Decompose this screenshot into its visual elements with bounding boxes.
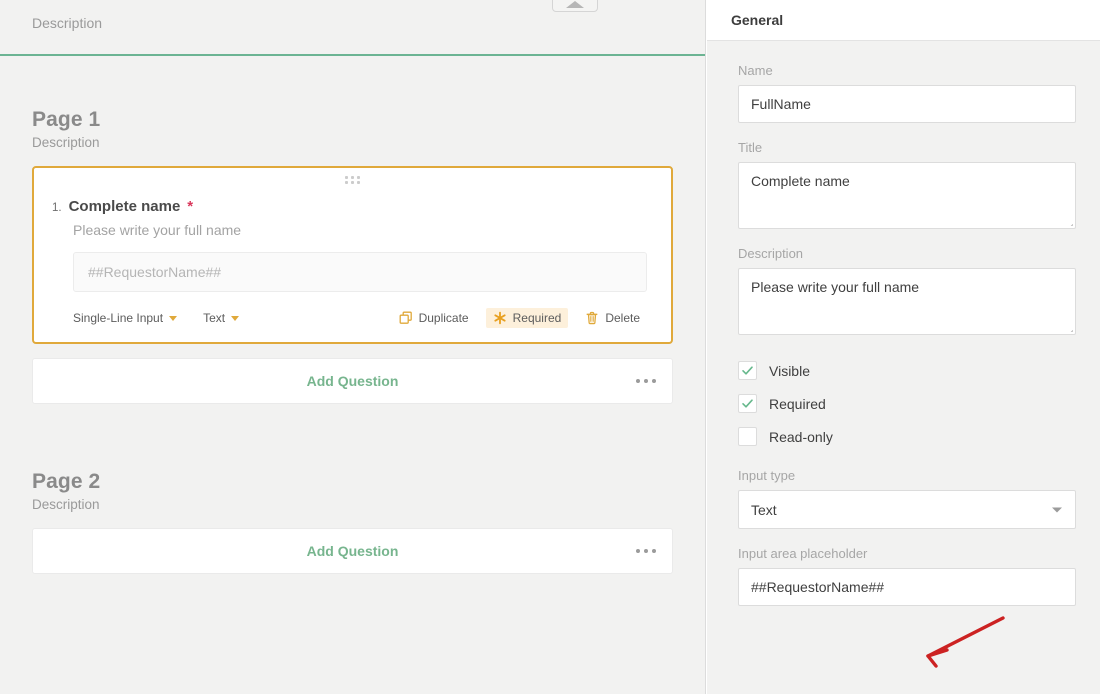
input-type-label: Text <box>203 311 226 325</box>
pages-container: Page 1 Description 1. Complete name * Pl… <box>0 108 705 574</box>
page-block-2: Page 2 Description Add Question <box>32 470 673 574</box>
form-header: Description <box>0 0 705 56</box>
field-input-area-placeholder: Input area placeholder ##RequestorName## <box>738 546 1076 606</box>
chevron-up-icon <box>566 1 584 8</box>
properties-body: Name FullName Title Complete name Descri… <box>707 41 1100 606</box>
question-card[interactable]: 1. Complete name * Please write your ful… <box>32 166 673 344</box>
name-input[interactable]: FullName <box>738 85 1076 123</box>
checkbox-required-label: Required <box>769 395 826 412</box>
input-area-placeholder-input[interactable]: ##RequestorName## <box>738 568 1076 606</box>
title-textarea-value: Complete name <box>751 173 850 189</box>
check-icon <box>742 366 753 375</box>
resize-grip-icon[interactable] <box>1064 323 1073 332</box>
description-textarea[interactable]: Please write your full name <box>738 268 1076 335</box>
page-block-1: Page 1 Description 1. Complete name * Pl… <box>32 108 673 404</box>
name-label: Name <box>738 63 773 78</box>
field-description: Description Please write your full name <box>738 246 1076 335</box>
description-label: Description <box>738 246 804 261</box>
input-type-label: Input type <box>738 468 796 483</box>
duplicate-label: Duplicate <box>418 311 469 325</box>
add-question-label: Add Question <box>306 373 399 389</box>
caret-down-icon <box>169 315 178 321</box>
question-answer-input[interactable]: ##RequestorName## <box>73 252 647 292</box>
input-type-dropdown[interactable]: Text <box>203 311 240 325</box>
required-asterisk-icon: * <box>187 198 194 215</box>
collapse-panel-button[interactable] <box>552 0 598 12</box>
checkbox-box[interactable] <box>738 394 757 413</box>
checkbox-visible-label: Visible <box>769 362 810 379</box>
page-title[interactable]: Page 1 <box>32 108 673 132</box>
check-icon <box>742 399 753 408</box>
duplicate-button[interactable]: Duplicate <box>392 308 476 328</box>
checkbox-group: Visible Required Read-only <box>738 361 1076 446</box>
delete-button[interactable]: Delete <box>578 308 647 328</box>
ellipsis-icon[interactable] <box>634 543 658 559</box>
input-type-select[interactable]: Text <box>738 490 1076 529</box>
question-description[interactable]: Please write your full name <box>73 222 653 238</box>
question-title-row: 1. Complete name * <box>52 198 653 215</box>
page-title[interactable]: Page 2 <box>32 470 673 494</box>
add-question-button[interactable]: Add Question <box>32 528 673 574</box>
drag-handle-icon[interactable] <box>344 176 361 184</box>
checkbox-box[interactable] <box>738 361 757 380</box>
properties-header: General <box>707 0 1100 41</box>
required-label: Required <box>512 311 562 325</box>
add-question-label: Add Question <box>306 543 399 559</box>
form-designer-pane: Description Page 1 Description 1. Comple… <box>0 0 706 694</box>
checkbox-required[interactable]: Required <box>738 394 1076 413</box>
copy-icon <box>399 311 413 325</box>
caret-down-icon <box>1052 507 1062 512</box>
question-toolbar: Single-Line Input Text Duplicate Require… <box>73 306 647 330</box>
checkbox-read-only-label: Read-only <box>769 428 833 445</box>
caret-down-icon <box>231 315 240 321</box>
asterisk-icon <box>493 311 507 325</box>
title-textarea[interactable]: Complete name <box>738 162 1076 229</box>
checkbox-visible[interactable]: Visible <box>738 361 1076 380</box>
input-type-selected-value: Text <box>751 501 777 518</box>
app-root: Description Page 1 Description 1. Comple… <box>0 0 1100 694</box>
page-description[interactable]: Description <box>32 135 673 150</box>
question-number: 1. <box>52 202 62 214</box>
field-input-type: Input type Text <box>738 468 1076 529</box>
description-textarea-value: Please write your full name <box>751 279 920 295</box>
question-title[interactable]: Complete name <box>69 198 181 215</box>
required-toggle-button[interactable]: Required <box>485 308 569 328</box>
trash-icon <box>585 311 599 325</box>
form-description-label[interactable]: Description <box>32 15 102 31</box>
field-title: Title Complete name <box>738 140 1076 229</box>
field-name: Name FullName <box>738 63 1076 123</box>
title-label: Title <box>738 140 763 155</box>
checkbox-box[interactable] <box>738 427 757 446</box>
properties-pane: General Name FullName Title Complete nam… <box>707 0 1100 694</box>
resize-grip-icon[interactable] <box>1064 217 1073 226</box>
input-area-placeholder-label: Input area placeholder <box>738 546 868 561</box>
ellipsis-icon[interactable] <box>634 373 658 389</box>
page-description[interactable]: Description <box>32 497 673 512</box>
field-type-label: Single-Line Input <box>73 311 164 325</box>
properties-header-title: General <box>731 12 784 28</box>
delete-label: Delete <box>605 311 640 325</box>
checkbox-read-only[interactable]: Read-only <box>738 427 1076 446</box>
add-question-button[interactable]: Add Question <box>32 358 673 404</box>
field-type-dropdown[interactable]: Single-Line Input <box>73 311 178 325</box>
